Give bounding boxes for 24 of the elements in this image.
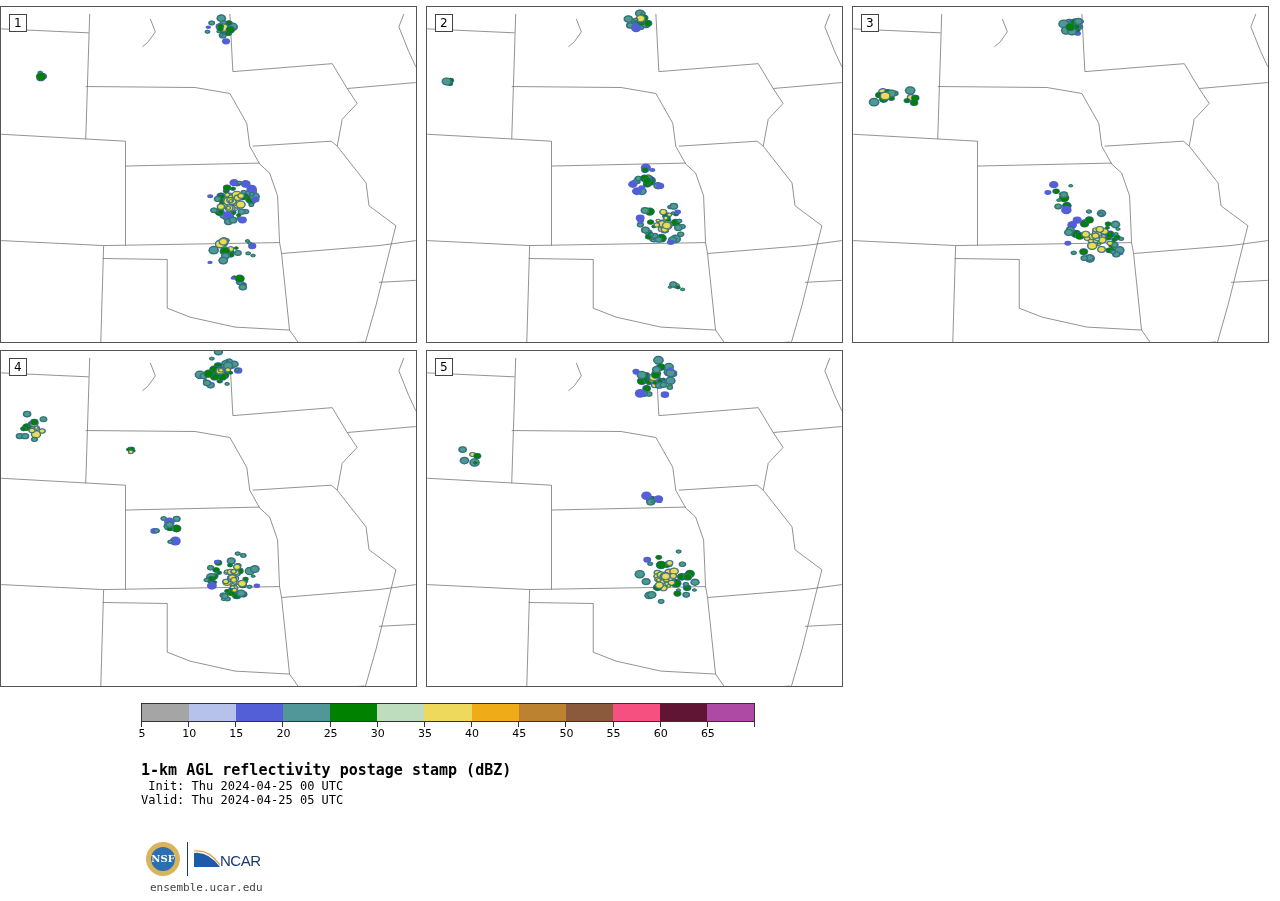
scale-tick-label: 25 — [323, 727, 338, 740]
ncar-logo: NCAR — [194, 849, 261, 869]
scale-tick-label: 30 — [370, 727, 385, 740]
scale-tick-label: 55 — [606, 727, 621, 740]
valid-time: Valid: Thu 2024-04-25 05 UTC — [141, 793, 345, 807]
scale-tick-label: 60 — [653, 727, 668, 740]
panel-number: 2 — [435, 14, 453, 32]
chart-title: 1-km AGL reflectivity postage stamp (dBZ) — [141, 761, 513, 779]
site-url: ensemble.ucar.edu — [150, 881, 264, 894]
init-time: Init: Thu 2024-04-25 00 UTC — [147, 779, 345, 793]
seal-logo: NSF — [145, 841, 181, 877]
panel-number: 1 — [9, 14, 27, 32]
scale-tick-label: 5 — [138, 727, 146, 740]
panel-number: 5 — [435, 358, 453, 376]
scale-tick-label: 10 — [182, 727, 197, 740]
scale-tick-label: 35 — [417, 727, 432, 740]
panel-number: 3 — [861, 14, 879, 32]
scale-tick-label: 15 — [229, 727, 244, 740]
scale-tick-label: 65 — [700, 727, 715, 740]
scale-tick-label: 20 — [276, 727, 291, 740]
scale-tick-label: 45 — [512, 727, 527, 740]
scale-tick-label: 50 — [559, 727, 574, 740]
panel-number: 4 — [9, 358, 27, 376]
scale-tick-label: 40 — [465, 727, 480, 740]
